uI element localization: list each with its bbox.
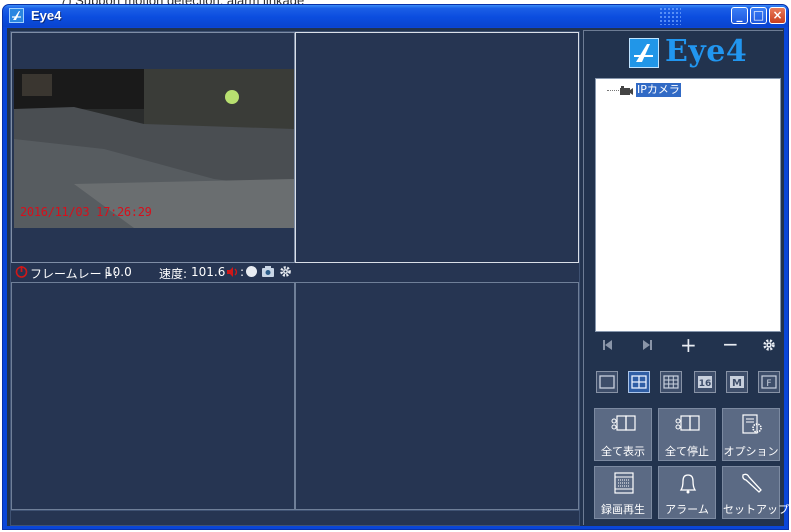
stop-all-icon — [659, 413, 715, 437]
camera-feed-image: 2016/11/03 17:26:29 — [14, 69, 294, 228]
show-all-button[interactable]: 全て表示 — [594, 408, 652, 461]
layout-m-label: M — [732, 378, 742, 389]
layout-4-button[interactable] — [628, 371, 650, 393]
bottom-strip — [10, 511, 580, 526]
framerate-value: 10.0 — [105, 265, 132, 279]
alarm-button[interactable]: アラーム — [658, 466, 716, 519]
tree-item-ip-camera[interactable]: IPカメラ — [636, 83, 681, 97]
logo-mark-icon — [629, 38, 659, 68]
maximize-button[interactable]: □ — [750, 7, 767, 24]
speed-label: 速度: — [159, 267, 188, 281]
show-all-label: 全て表示 — [601, 445, 645, 458]
title-bar[interactable]: Eye4 _ □ × — [3, 5, 788, 27]
video-grid: 2016/11/03 17:26:29 フレームレート: 10.0 速度: 10… — [10, 31, 580, 511]
show-all-icon — [595, 413, 651, 437]
client-area: 2016/11/03 17:26:29 フレームレート: 10.0 速度: 10… — [7, 28, 789, 526]
skip-last-icon[interactable] — [642, 337, 654, 356]
remove-device-button[interactable]: − — [722, 332, 739, 356]
logo-text: Eye4 — [665, 34, 748, 69]
snapshot-camera-icon[interactable] — [261, 265, 275, 281]
layout-f-label: F — [766, 379, 771, 389]
playback-button[interactable]: 録画再生 — [594, 466, 652, 519]
colon-separator: : — [240, 265, 245, 279]
app-window: Eye4 _ □ × 2016/11/03 17:26:29 フレームレート: … — [2, 4, 789, 530]
stop-all-button[interactable]: 全て停止 — [658, 408, 716, 461]
audio-icon[interactable] — [225, 265, 241, 282]
options-button[interactable]: オプション — [722, 408, 780, 461]
video-pane-3[interactable] — [11, 282, 295, 510]
record-icon[interactable] — [245, 265, 258, 281]
options-icon — [723, 413, 779, 437]
layout-16-label: 16 — [699, 379, 712, 389]
video-timestamp: 2016/11/03 17:26:29 — [20, 205, 152, 219]
alarm-label: アラーム — [665, 503, 709, 516]
layout-16-button[interactable]: 16 — [694, 371, 716, 393]
alarm-bell-icon — [659, 471, 715, 495]
side-panel: Eye4 IPカメラ + − 16 M F 全て表示 全て停止 オプション 録画… — [583, 30, 789, 525]
add-device-button[interactable]: + — [680, 333, 697, 357]
close-button[interactable]: × — [769, 7, 786, 24]
video-pane-4[interactable] — [295, 282, 579, 510]
video-pane-2[interactable] — [295, 32, 579, 263]
app-logo-icon — [9, 8, 24, 23]
setup-label: セットアップ — [723, 503, 789, 516]
layout-9-button[interactable] — [660, 371, 682, 393]
power-icon[interactable] — [15, 265, 28, 281]
titlebar-decoration — [659, 7, 681, 25]
eye4-logo: Eye4 — [629, 34, 754, 71]
settings-gear-icon[interactable] — [279, 265, 292, 281]
minimize-button[interactable]: _ — [731, 7, 748, 24]
setup-wrench-icon — [723, 471, 779, 495]
device-settings-gear-icon[interactable] — [762, 337, 776, 356]
playback-label: 録画再生 — [601, 503, 645, 516]
options-label: オプション — [723, 445, 779, 458]
speed-value: 101.6 — [191, 265, 226, 279]
video-pane-1[interactable]: 2016/11/03 17:26:29 — [11, 32, 295, 263]
setup-button[interactable]: セットアップ — [722, 466, 789, 519]
skip-first-icon[interactable] — [601, 337, 613, 356]
camera-node-icon — [618, 83, 634, 102]
window-title: Eye4 — [31, 8, 62, 23]
playback-icon — [595, 471, 651, 495]
layout-m-button[interactable]: M — [726, 371, 748, 393]
device-tree[interactable]: IPカメラ — [595, 78, 781, 332]
stop-all-label: 全て停止 — [665, 445, 709, 458]
layout-1-button[interactable] — [596, 371, 618, 393]
layout-f-button[interactable]: F — [758, 371, 780, 393]
video-status-bar: フレームレート: 10.0 速度: 101.6 : — [11, 263, 579, 282]
